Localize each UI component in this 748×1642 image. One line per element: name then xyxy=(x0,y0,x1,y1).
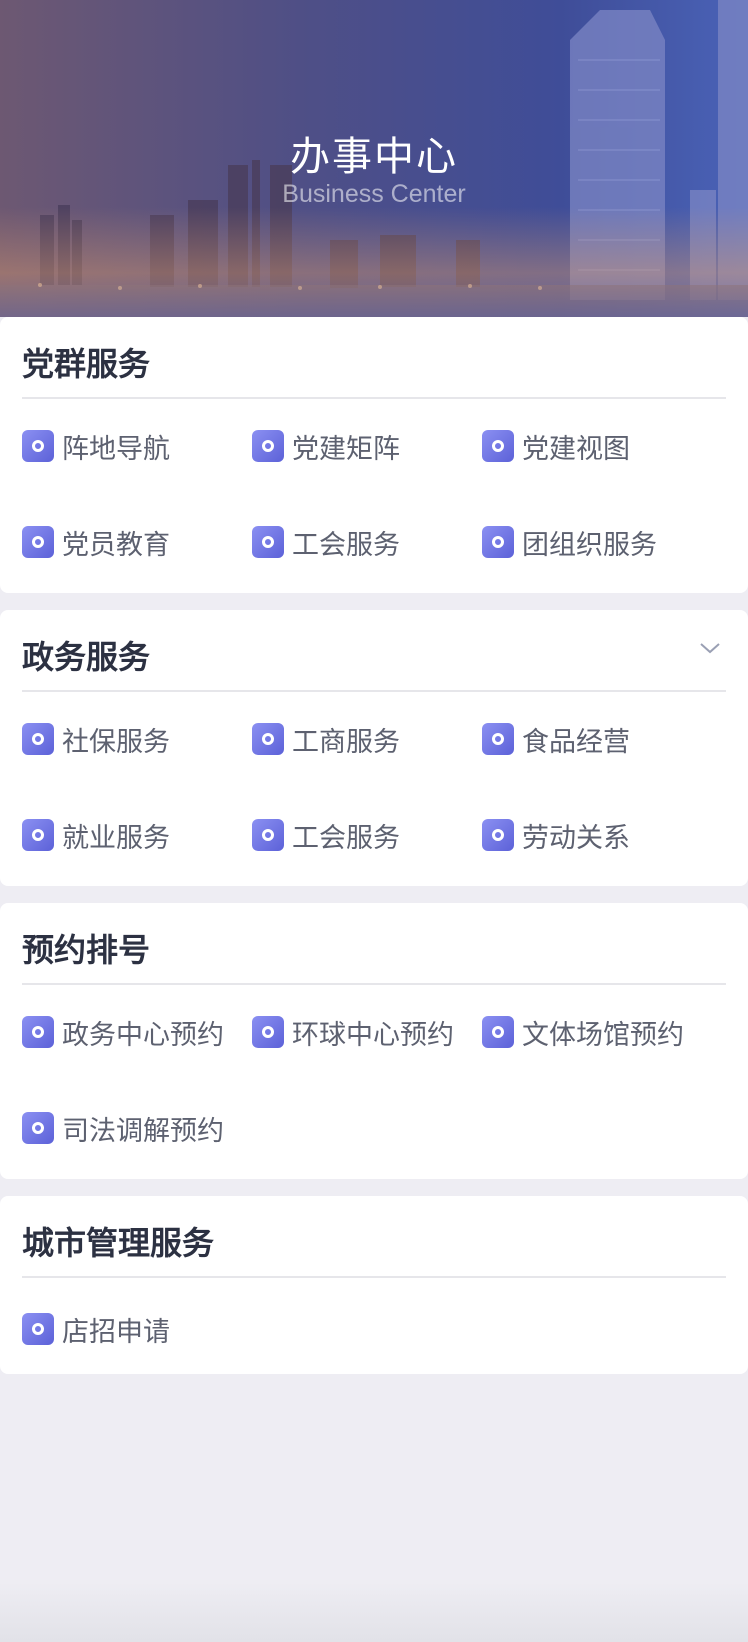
service-item-label: 工会服务 xyxy=(292,822,400,854)
service-item-label: 司法调解预约 xyxy=(62,1115,224,1147)
service-item-label: 文体场馆预约 xyxy=(522,1019,684,1051)
section-government-services: 政务服务 社保服务 工商服务 食品经营 就业服务 工会服务 劳动关系 xyxy=(0,610,748,886)
service-item-member-education[interactable]: 党员教育 xyxy=(22,522,170,562)
service-item-youth-league[interactable]: 团组织服务 xyxy=(482,522,657,562)
service-item-gov-center-booking[interactable]: 政务中心预约 xyxy=(22,1012,224,1052)
service-item-label: 就业服务 xyxy=(62,822,170,854)
section-party-services: 党群服务 阵地导航 党建矩阵 党建视图 党员教育 工会服务 团组织服务 xyxy=(0,317,748,593)
hero-glow xyxy=(0,207,748,317)
service-item-label: 阵地导航 xyxy=(62,433,170,465)
service-item-party-view[interactable]: 党建视图 xyxy=(482,426,630,466)
page-title: 办事中心 xyxy=(290,134,458,180)
service-item-labor-relations[interactable]: 劳动关系 xyxy=(482,815,630,855)
service-badge-icon xyxy=(22,1112,54,1144)
service-item-union[interactable]: 工会服务 xyxy=(252,522,400,562)
service-item-label: 党建视图 xyxy=(522,433,630,465)
service-item-business-registration[interactable]: 工商服务 xyxy=(252,719,400,759)
service-item-label: 工会服务 xyxy=(292,529,400,561)
service-badge-icon xyxy=(482,526,514,558)
section-header: 城市管理服务 xyxy=(22,1196,726,1278)
chevron-down-icon[interactable] xyxy=(700,638,720,658)
service-badge-icon xyxy=(22,819,54,851)
service-badge-icon xyxy=(482,1016,514,1048)
service-badge-icon xyxy=(252,526,284,558)
service-item-position-nav[interactable]: 阵地导航 xyxy=(22,426,170,466)
bottom-shade xyxy=(0,1582,748,1642)
section-header: 预约排号 xyxy=(22,903,726,985)
service-item-label: 食品经营 xyxy=(522,726,630,758)
service-item-label: 党建矩阵 xyxy=(292,433,400,465)
service-item-employment[interactable]: 就业服务 xyxy=(22,815,170,855)
section-appointments: 预约排号 政务中心预约 环球中心预约 文体场馆预约 司法调解预约 xyxy=(0,903,748,1179)
service-item-label: 劳动关系 xyxy=(522,822,630,854)
section-city-management: 城市管理服务 店招申请 xyxy=(0,1196,748,1374)
service-item-label: 工商服务 xyxy=(292,726,400,758)
service-item-global-center-booking[interactable]: 环球中心预约 xyxy=(252,1012,454,1052)
service-badge-icon xyxy=(252,819,284,851)
section-title: 城市管理服务 xyxy=(22,1224,215,1262)
service-item-label: 社保服务 xyxy=(62,726,170,758)
page-subtitle: Business Center xyxy=(282,180,466,208)
service-badge-icon xyxy=(252,1016,284,1048)
service-item-signboard-application[interactable]: 店招申请 xyxy=(22,1309,170,1349)
service-badge-icon xyxy=(252,430,284,462)
service-badge-icon xyxy=(22,723,54,755)
service-badge-icon xyxy=(252,723,284,755)
service-item-party-matrix[interactable]: 党建矩阵 xyxy=(252,426,400,466)
business-center-page: 办事中心 Business Center 党群服务 阵地导航 党建矩阵 党建视图… xyxy=(0,0,748,1642)
service-item-social-security[interactable]: 社保服务 xyxy=(22,719,170,759)
service-item-label: 党员教育 xyxy=(62,529,170,561)
section-title: 党群服务 xyxy=(22,345,151,383)
service-badge-icon xyxy=(482,819,514,851)
service-item-label: 团组织服务 xyxy=(522,529,657,561)
hero-banner: 办事中心 Business Center xyxy=(0,0,748,317)
service-item-label: 政务中心预约 xyxy=(62,1019,224,1051)
service-badge-icon xyxy=(482,723,514,755)
section-header: 党群服务 xyxy=(22,317,726,399)
service-item-union[interactable]: 工会服务 xyxy=(252,815,400,855)
section-title: 预约排号 xyxy=(22,931,151,969)
service-item-food-business[interactable]: 食品经营 xyxy=(482,719,630,759)
section-header[interactable]: 政务服务 xyxy=(22,610,726,692)
service-badge-icon xyxy=(22,1313,54,1345)
service-item-venue-booking[interactable]: 文体场馆预约 xyxy=(482,1012,684,1052)
service-badge-icon xyxy=(22,526,54,558)
service-badge-icon xyxy=(482,430,514,462)
service-item-label: 环球中心预约 xyxy=(292,1019,454,1051)
service-item-mediation-booking[interactable]: 司法调解预约 xyxy=(22,1108,224,1148)
service-badge-icon xyxy=(22,430,54,462)
service-item-label: 店招申请 xyxy=(62,1316,170,1348)
section-title: 政务服务 xyxy=(22,638,151,676)
service-badge-icon xyxy=(22,1016,54,1048)
